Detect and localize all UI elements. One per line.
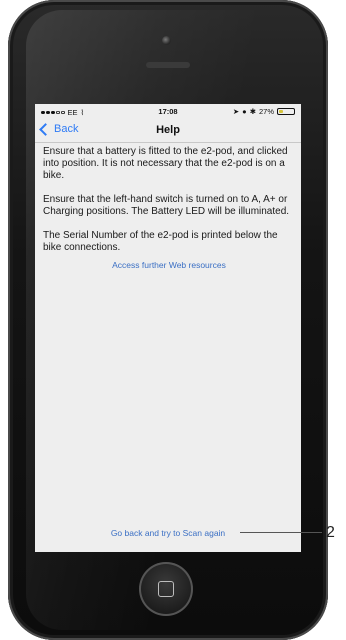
- phone-screen: EE ⌇ 17:08 ➤ ● ✱ 27% Back Help Ensure th…: [35, 104, 301, 552]
- scan-again-link[interactable]: Go back and try to Scan again: [35, 528, 301, 538]
- page: EE ⌇ 17:08 ➤ ● ✱ 27% Back Help Ensure th…: [0, 0, 346, 640]
- help-paragraph-battery: Ensure that a battery is fitted to the e…: [43, 146, 288, 181]
- battery-icon: [277, 108, 295, 115]
- home-square-icon: [158, 581, 174, 597]
- battery-percent: 27%: [258, 107, 274, 116]
- help-content: Ensure that a battery is fitted to the e…: [43, 146, 295, 270]
- callout-line: [240, 532, 322, 533]
- navigation-bar: Back Help: [35, 120, 301, 143]
- page-title: Help: [156, 124, 180, 136]
- camera-icon: [162, 36, 171, 45]
- status-right: ➤ ● ✱ 27%: [233, 107, 295, 116]
- battery-fill: [279, 110, 283, 113]
- web-resources-link[interactable]: Access further Web resources: [43, 260, 295, 270]
- bluetooth-icon: ✱: [249, 107, 256, 116]
- status-bar: EE ⌇ 17:08 ➤ ● ✱ 27%: [35, 104, 301, 120]
- location-icon: ➤: [232, 107, 240, 116]
- speaker-grille: [146, 62, 190, 68]
- phone-frame: EE ⌇ 17:08 ➤ ● ✱ 27% Back Help Ensure th…: [8, 0, 328, 640]
- home-button[interactable]: [139, 562, 193, 616]
- lock-rotation-icon: ●: [242, 107, 247, 116]
- callout-number: 2: [326, 524, 335, 541]
- help-paragraph-switch: Ensure that the left-hand switch is turn…: [43, 194, 290, 217]
- help-paragraph-serial: The Serial Number of the e2-pod is print…: [43, 230, 278, 253]
